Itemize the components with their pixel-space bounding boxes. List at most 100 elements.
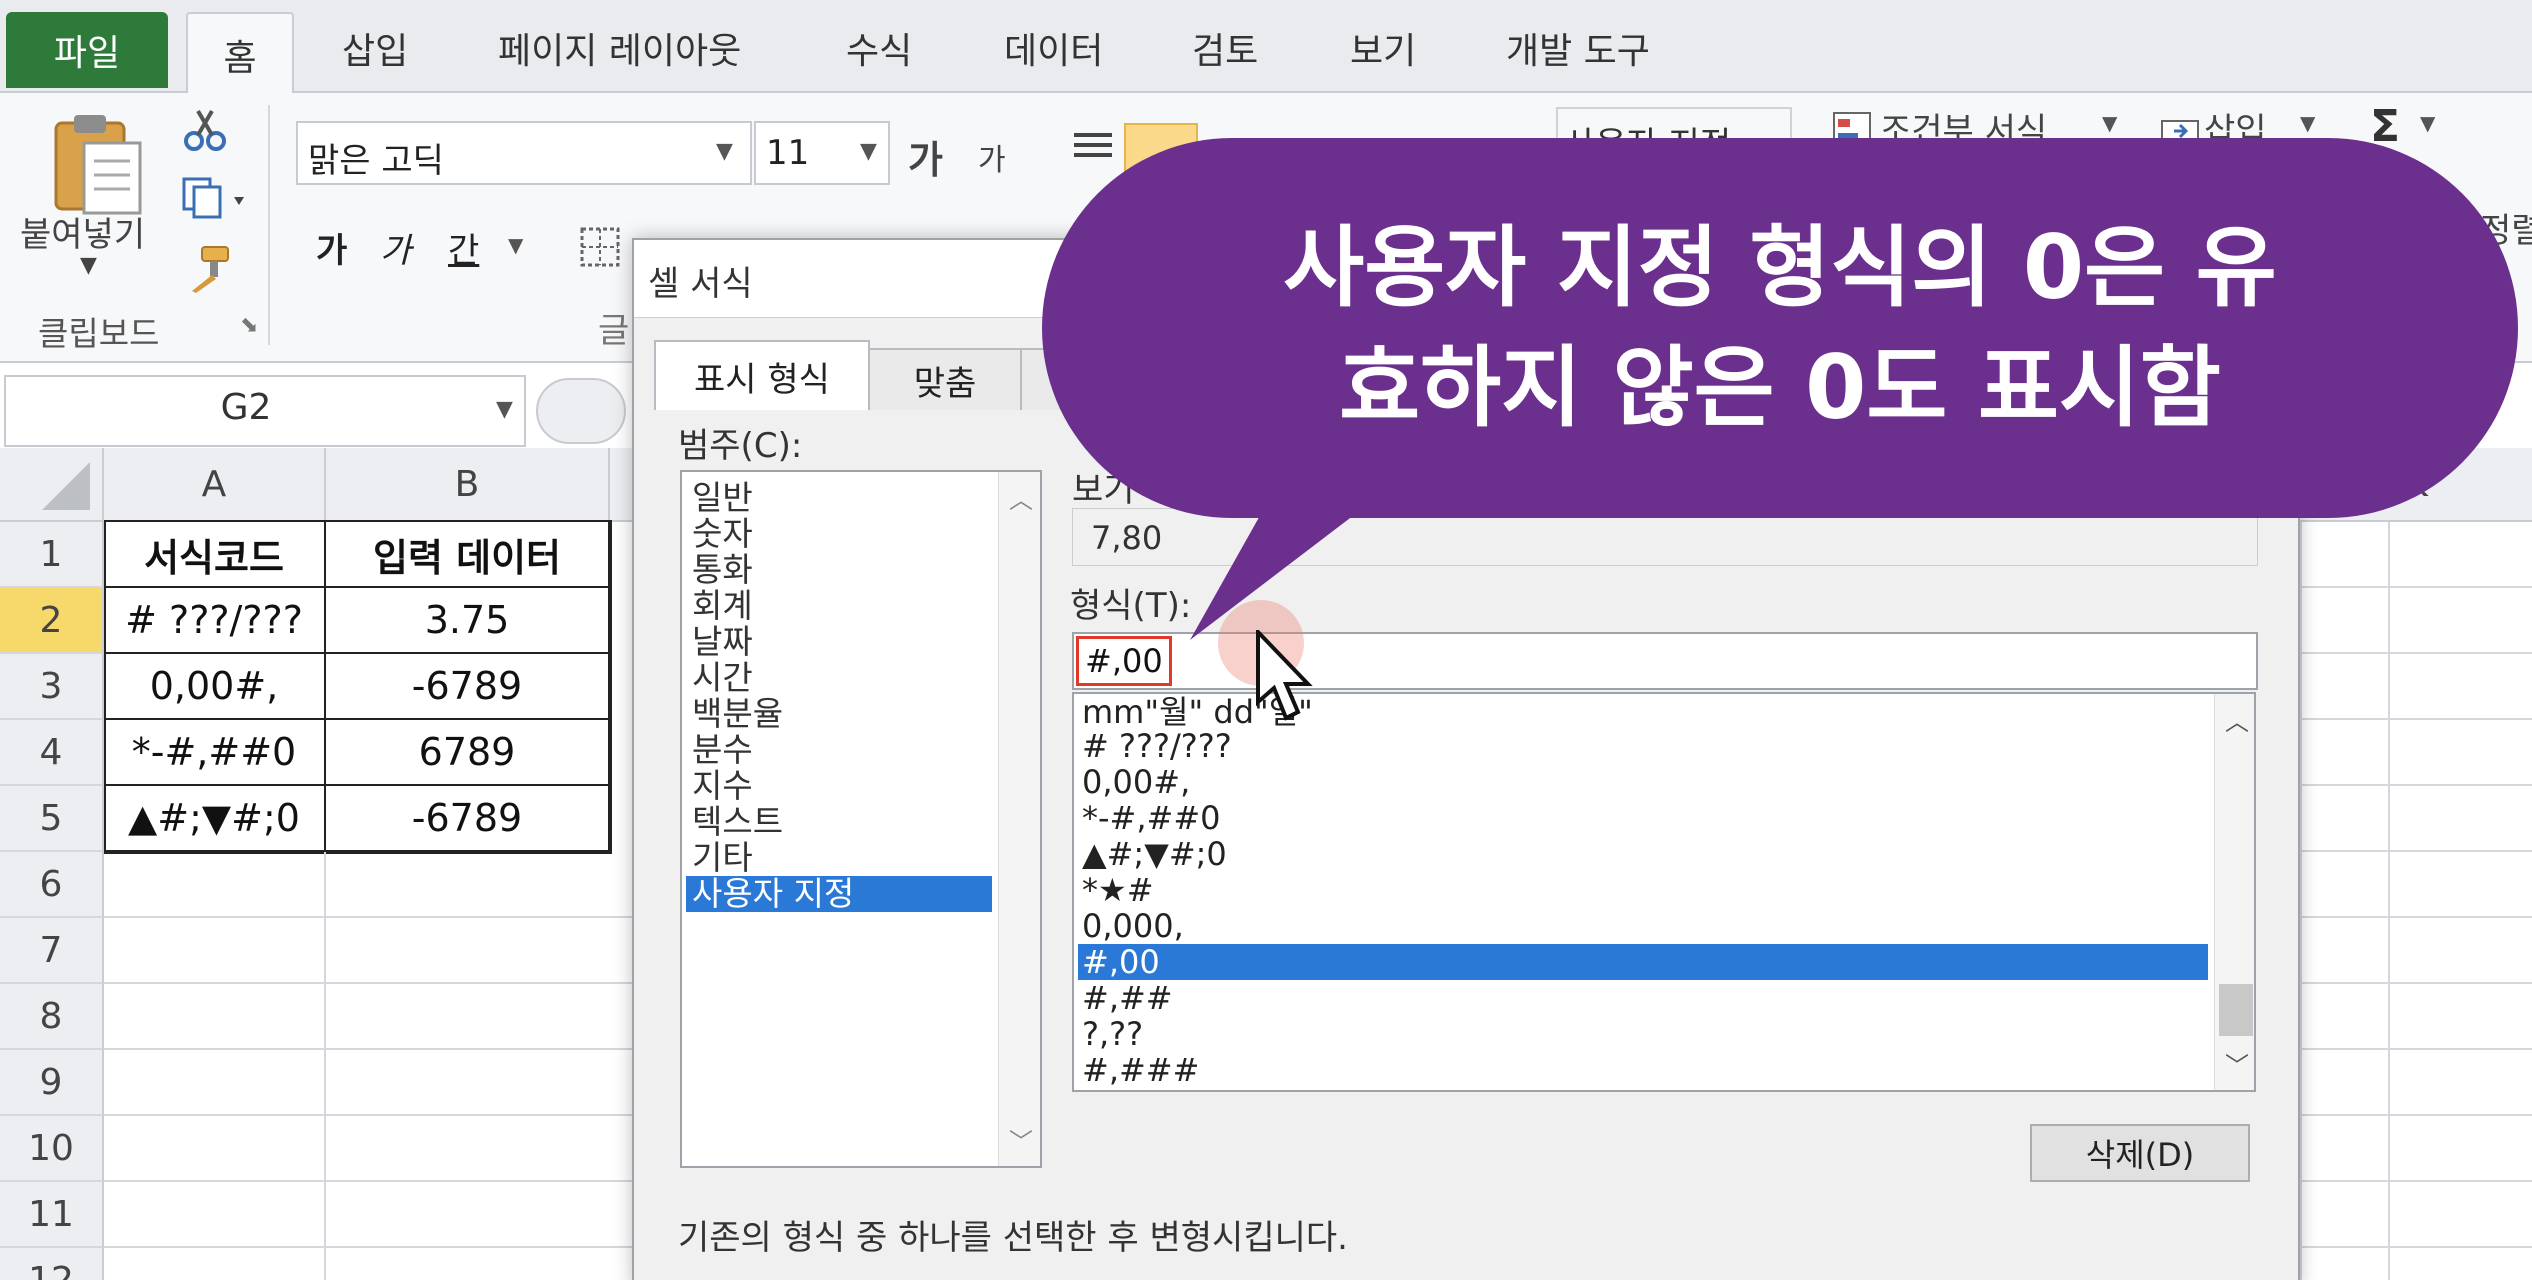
scroll-down-icon[interactable]: ﹀ xyxy=(1009,1122,1033,1157)
align-top-icon[interactable] xyxy=(1070,129,1116,165)
tab-number-format[interactable]: 표시 형식 xyxy=(654,340,870,410)
tab-home[interactable]: 홈 xyxy=(186,12,294,95)
font-size-value: 11 xyxy=(766,133,810,173)
format-item[interactable]: 0,000, xyxy=(1082,908,1184,944)
category-item[interactable]: 텍스트 xyxy=(692,804,783,840)
cell-b3[interactable]: -6789 xyxy=(326,654,610,720)
copy-icon[interactable] xyxy=(180,175,252,221)
category-item[interactable]: 분수 xyxy=(692,732,753,768)
chevron-down-icon: ▼ xyxy=(496,397,513,422)
format-item[interactable]: *★# xyxy=(1082,872,1154,908)
category-list[interactable]: 일반 숫자 통화 회계 날짜 시간 백분율 분수 지수 텍스트 기타 사용자 지… xyxy=(680,470,1042,1168)
cell-a4[interactable]: *-#,##0 xyxy=(104,720,326,786)
format-list[interactable]: mm"월" dd"일" # ???/??? 0,00#, *-#,##0 ▲#;… xyxy=(1072,692,2256,1092)
type-input-value: #,00 xyxy=(1076,636,1172,686)
row-header-1[interactable]: 1 xyxy=(0,522,104,588)
dialog-title: 셀 서식 xyxy=(648,264,753,304)
format-painter-icon[interactable] xyxy=(182,243,232,293)
tab-page-layout[interactable]: 페이지 레이아웃 xyxy=(498,22,741,74)
row-header-3[interactable]: 3 xyxy=(0,654,104,720)
font-name-combo[interactable]: 맑은 고딕 ▼ xyxy=(296,121,752,185)
cell-b1[interactable]: 입력 데이터 xyxy=(326,522,610,588)
cell-a5[interactable]: ▲#;▼#;0 xyxy=(104,786,326,852)
row-header-9[interactable]: 9 xyxy=(0,1050,104,1116)
format-item[interactable]: #,### xyxy=(1082,1052,1199,1088)
format-list-scrollbar[interactable]: ︿ ﹀ xyxy=(2214,694,2254,1090)
tab-view[interactable]: 보기 xyxy=(1350,22,1416,74)
tab-developer[interactable]: 개발 도구 xyxy=(1506,22,1650,74)
clipboard-group-label: 클립보드 xyxy=(38,314,160,353)
border-icon[interactable] xyxy=(578,225,622,269)
cell-b2[interactable]: 3.75 xyxy=(326,588,610,654)
format-item[interactable]: 0,00#, xyxy=(1082,764,1190,800)
category-item[interactable]: 시간 xyxy=(692,660,753,696)
select-all-corner[interactable] xyxy=(0,448,104,522)
bold-button[interactable]: 가 xyxy=(316,223,347,272)
column-header-a[interactable]: A xyxy=(104,448,326,522)
category-scrollbar[interactable]: ︿ ﹀ xyxy=(998,472,1040,1166)
scroll-down-icon[interactable]: ﹀ xyxy=(2225,1046,2249,1081)
row-header-6[interactable]: 6 xyxy=(0,852,104,918)
delete-button[interactable]: 삭제(D) xyxy=(2030,1124,2250,1182)
scroll-up-icon[interactable]: ︿ xyxy=(1009,480,1033,515)
cell-a3[interactable]: 0,00#, xyxy=(104,654,326,720)
name-box-value: G2 xyxy=(220,387,272,428)
row-header-5[interactable]: 5 xyxy=(0,786,104,852)
cell-b4[interactable]: 6789 xyxy=(326,720,610,786)
row-header-11[interactable]: 11 xyxy=(0,1182,104,1248)
cut-icon[interactable] xyxy=(182,107,228,153)
format-item[interactable]: # ???/??? xyxy=(1082,728,1232,764)
row-header-2-active[interactable]: 2 xyxy=(0,588,104,654)
font-group-label: 글 xyxy=(598,311,630,351)
format-item[interactable]: #,## xyxy=(1082,980,1173,1016)
cell-a2[interactable]: # ???/??? xyxy=(104,588,326,654)
category-item[interactable]: 회계 xyxy=(692,588,753,624)
underline-button[interactable]: 간 xyxy=(448,223,479,272)
format-item[interactable]: *-#,##0 xyxy=(1082,800,1221,836)
column-header-b[interactable]: B xyxy=(326,448,610,522)
cell-b5[interactable]: -6789 xyxy=(326,786,610,852)
format-item[interactable]: ?,?? xyxy=(1082,1016,1143,1052)
callout-line-1: 사용자 지정 형식의 0은 유 xyxy=(1283,216,2277,319)
scroll-thumb[interactable] xyxy=(2219,984,2253,1036)
tab-file[interactable]: 파일 xyxy=(6,12,168,88)
tab-insert[interactable]: 삽입 xyxy=(342,22,408,74)
category-item[interactable]: 지수 xyxy=(692,768,753,804)
excel-window: 파일 홈 삽입 페이지 레이아웃 수식 데이터 검토 보기 개발 도구 붙여넣기… xyxy=(0,0,2532,1280)
category-item-selected[interactable]: 사용자 지정 xyxy=(686,876,992,912)
tab-review[interactable]: 검토 xyxy=(1192,22,1258,74)
chevron-down-icon: ▼ xyxy=(2102,111,2118,135)
format-item-selected[interactable]: #,00 xyxy=(1078,944,2208,980)
grow-font-icon[interactable]: 가 xyxy=(908,129,943,184)
tab-alignment[interactable]: 맞춤 xyxy=(870,348,1022,410)
underline-dropdown-icon[interactable]: ▼ xyxy=(508,233,523,257)
paste-dropdown-icon[interactable]: ▼ xyxy=(80,253,97,278)
cell-a1[interactable]: 서식코드 xyxy=(104,522,326,588)
name-box[interactable]: G2 ▼ xyxy=(4,375,526,447)
category-item[interactable]: 날짜 xyxy=(692,624,753,660)
callout-bubble: 사용자 지정 형식의 0은 유 효하지 않은 0도 표시함 xyxy=(1042,138,2518,518)
column-k-cells[interactable] xyxy=(2300,522,2532,1280)
shrink-font-icon[interactable]: 가 xyxy=(978,135,1006,179)
category-item[interactable]: 일반 xyxy=(692,480,753,516)
row-header-10[interactable]: 10 xyxy=(0,1116,104,1182)
font-size-combo[interactable]: 11 ▼ xyxy=(754,121,890,185)
category-label: 범주(C): xyxy=(678,426,803,466)
italic-button[interactable]: 가 xyxy=(380,223,411,272)
row-header-8[interactable]: 8 xyxy=(0,984,104,1050)
tab-formulas[interactable]: 수식 xyxy=(846,22,912,74)
row-header-4[interactable]: 4 xyxy=(0,720,104,786)
row-header-7[interactable]: 7 xyxy=(0,918,104,984)
clipboard-icon xyxy=(54,115,142,215)
scroll-up-icon[interactable]: ︿ xyxy=(2225,702,2249,737)
category-item[interactable]: 통화 xyxy=(692,552,753,588)
formula-bar-splitter[interactable] xyxy=(536,378,626,444)
tab-data[interactable]: 데이터 xyxy=(1004,22,1103,74)
category-item[interactable]: 백분율 xyxy=(692,696,783,732)
row-header-12[interactable]: 12 xyxy=(0,1248,104,1280)
chevron-down-icon: ▼ xyxy=(860,139,877,164)
category-item[interactable]: 숫자 xyxy=(692,516,753,552)
category-item[interactable]: 기타 xyxy=(692,840,753,876)
clipboard-launcher-icon[interactable]: ⬊ xyxy=(240,313,258,338)
format-item[interactable]: ▲#;▼#;0 xyxy=(1082,836,1227,872)
